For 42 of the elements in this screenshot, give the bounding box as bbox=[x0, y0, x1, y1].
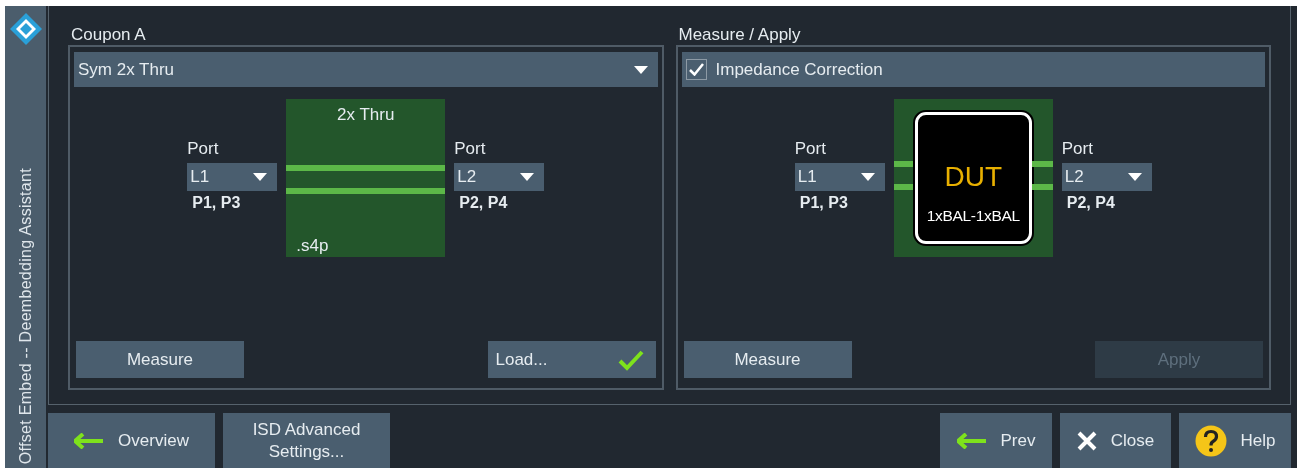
load-button[interactable]: Load... bbox=[487, 341, 656, 378]
settings-button[interactable]: ISD Advanced Settings... bbox=[223, 413, 390, 468]
nav-button[interactable]: Overview bbox=[48, 413, 215, 468]
measure-button[interactable]: Measure bbox=[683, 341, 852, 378]
logo-icon bbox=[8, 12, 43, 46]
port-pins: P1, P3 bbox=[799, 193, 849, 213]
section-title: Coupon A bbox=[71, 24, 146, 45]
caret-icon bbox=[520, 173, 535, 181]
back-arrow-icon bbox=[956, 432, 987, 449]
close-icon bbox=[1076, 430, 1097, 451]
dut-sublabel: 1xBAL-1xBAL bbox=[926, 207, 1020, 225]
file-extension: .s4p bbox=[296, 236, 330, 256]
port-dropdown[interactable]: L2 bbox=[1061, 163, 1152, 191]
port-dropdown[interactable]: L1 bbox=[187, 163, 278, 191]
port-label: Port bbox=[187, 139, 220, 159]
nav-button[interactable]: Prev bbox=[940, 413, 1052, 468]
port-dropdown[interactable]: L1 bbox=[794, 163, 885, 191]
close-button[interactable]: Close bbox=[1060, 413, 1171, 468]
dut-label: DUT bbox=[944, 161, 1002, 193]
section-title: Measure / Apply bbox=[678, 24, 801, 45]
help-icon bbox=[1194, 424, 1227, 457]
port-pins: P2, P4 bbox=[1066, 193, 1116, 213]
check-icon bbox=[617, 348, 644, 371]
caret-icon bbox=[253, 173, 268, 181]
port-pins: P1, P3 bbox=[192, 193, 242, 213]
port-label: Port bbox=[1061, 139, 1094, 159]
impedance-correction-checkbox[interactable]: Impedance Correction bbox=[685, 59, 883, 80]
checkbox[interactable] bbox=[685, 59, 707, 80]
port-dropdown[interactable]: L2 bbox=[454, 163, 545, 191]
checkmark-icon bbox=[688, 63, 704, 76]
back-arrow-icon bbox=[74, 432, 105, 449]
port-pins: P2, P4 bbox=[459, 193, 509, 213]
block-label: 2x Thru bbox=[336, 105, 396, 126]
caret-icon bbox=[860, 173, 875, 181]
port-label: Port bbox=[794, 139, 827, 159]
port-label: Port bbox=[454, 139, 487, 159]
caret-icon bbox=[1127, 173, 1142, 181]
sidebar-title: Offset Embed -- Deembedding Assistant bbox=[16, 167, 35, 464]
type-dropdown[interactable]: Sym 2x Thru bbox=[74, 52, 658, 87]
help-button[interactable]: Help bbox=[1179, 413, 1291, 468]
measure-button[interactable]: Measure bbox=[76, 341, 244, 378]
caret-icon bbox=[633, 65, 648, 74]
